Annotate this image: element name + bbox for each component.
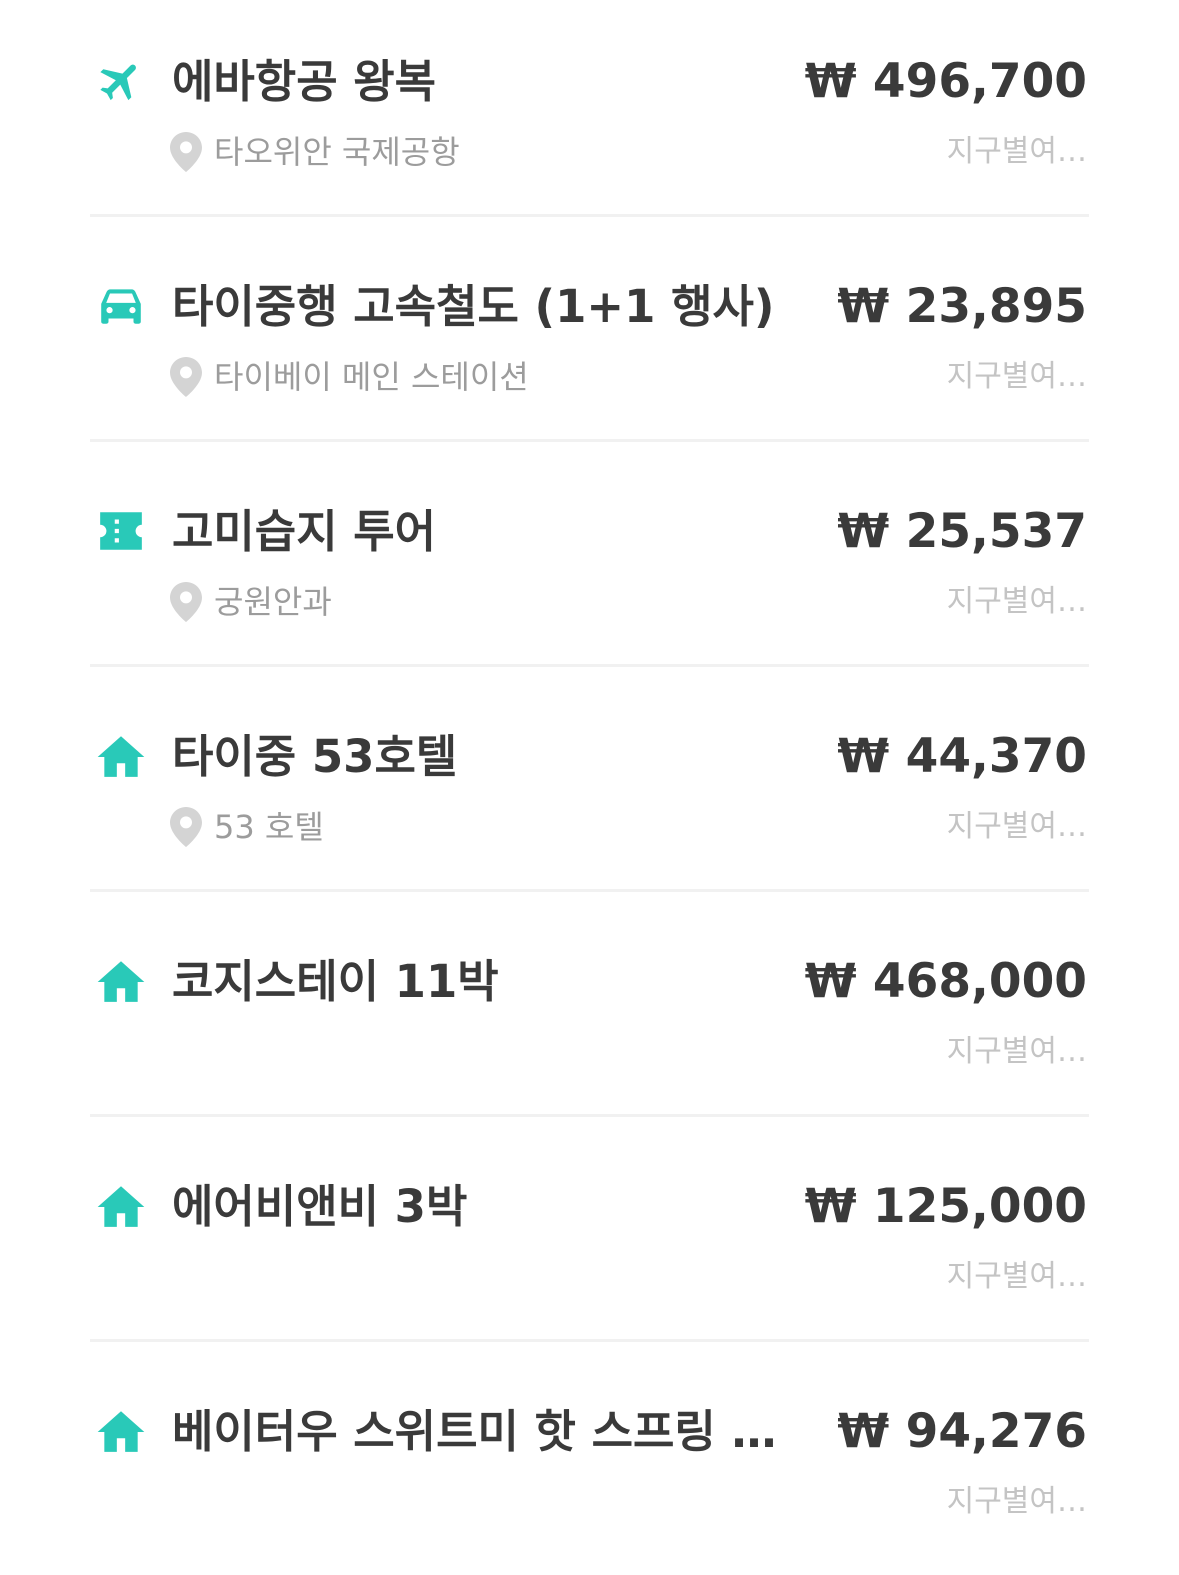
item-price: ₩ 23,895 [837,279,1087,334]
ticket-icon [96,506,146,556]
item-title: 에어비앤비 3박 [172,1180,468,1233]
item-category: 지구별여… [946,1259,1087,1294]
item-category: 지구별여… [946,1484,1087,1519]
item-title: 베이터우 스위트미 핫 스프링 리… [172,1405,802,1458]
item-category: 지구별여… [946,809,1087,844]
item-location: 궁원안과 [170,580,332,624]
airplane-icon [96,56,146,106]
item-price: ₩ 94,276 [837,1404,1087,1459]
expense-item[interactable]: 베이터우 스위트미 핫 스프링 리… ₩ 94,276 지구별여… [0,1350,1179,1575]
item-price: ₩ 496,700 [804,54,1087,109]
item-location: 타오위안 국제공항 [170,130,460,174]
location-pin-icon [170,807,202,847]
expense-item[interactable]: 타이중행 고속철도 (1+1 행사) ₩ 23,895 타이베이 메인 스테이션… [0,225,1179,450]
location-pin-icon [170,132,202,172]
item-category: 지구별여… [946,359,1087,394]
location-text: 타이베이 메인 스테이션 [214,358,529,396]
item-category: 지구별여… [946,134,1087,169]
house-icon [96,956,146,1006]
car-icon [96,281,146,331]
expense-item[interactable]: 타이중 53호텔 ₩ 44,370 53 호텔 지구별여… [0,675,1179,900]
expense-item[interactable]: 코지스테이 11박 ₩ 468,000 지구별여… [0,900,1179,1125]
item-location: 53 호텔 [170,805,324,849]
location-pin-icon [170,582,202,622]
house-icon [96,731,146,781]
expense-list: 에바항공 왕복 ₩ 496,700 타오위안 국제공항 지구별여… 타이중행 고… [0,0,1179,1575]
divider [90,214,1089,217]
divider [90,889,1089,892]
house-icon [96,1181,146,1231]
divider [90,1114,1089,1117]
house-icon [96,1406,146,1456]
item-location: 타이베이 메인 스테이션 [170,355,529,399]
expense-item[interactable]: 에어비앤비 3박 ₩ 125,000 지구별여… [0,1125,1179,1350]
location-text: 타오위안 국제공항 [214,133,460,171]
item-title: 타이중 53호텔 [172,730,458,783]
location-pin-icon [170,357,202,397]
item-title: 고미습지 투어 [172,505,437,558]
item-title: 에바항공 왕복 [172,55,437,108]
location-text: 53 호텔 [214,808,324,846]
divider [90,664,1089,667]
item-price: ₩ 468,000 [804,954,1087,1009]
location-text: 궁원안과 [214,583,332,621]
item-price: ₩ 25,537 [837,504,1087,559]
divider [90,1339,1089,1342]
divider [90,439,1089,442]
item-title: 타이중행 고속철도 (1+1 행사) [172,280,775,333]
item-title: 코지스테이 11박 [172,955,499,1008]
item-category: 지구별여… [946,1034,1087,1069]
item-price: ₩ 125,000 [804,1179,1087,1234]
expense-item[interactable]: 에바항공 왕복 ₩ 496,700 타오위안 국제공항 지구별여… [0,0,1179,225]
expense-item[interactable]: 고미습지 투어 ₩ 25,537 궁원안과 지구별여… [0,450,1179,675]
item-price: ₩ 44,370 [837,729,1087,784]
item-category: 지구별여… [946,584,1087,619]
